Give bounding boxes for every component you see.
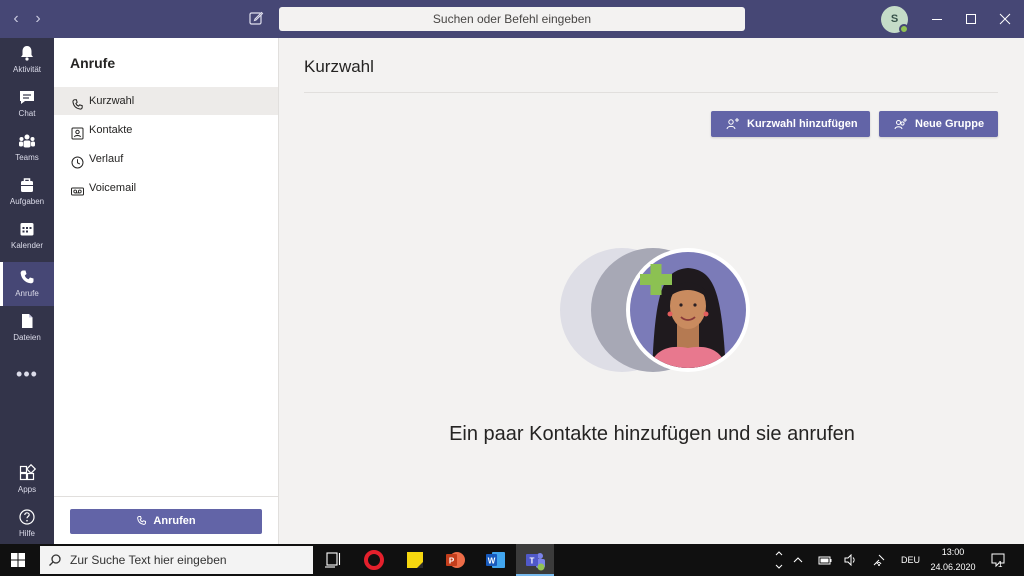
more-apps-icon[interactable]: •••	[0, 364, 54, 385]
add-contact-icon	[726, 118, 739, 130]
notification-count-badge: 1	[998, 560, 1003, 569]
svg-text:P: P	[449, 557, 455, 566]
panel-item-kurzwahl[interactable]: Kurzwahl	[54, 87, 278, 115]
add-contacts-illustration	[560, 248, 750, 372]
bell-icon	[18, 44, 36, 62]
rail-item-teams[interactable]: Teams	[0, 126, 54, 170]
empty-state-heading: Ein paar Kontakte hinzufügen und sie anr…	[449, 423, 855, 445]
contacts-icon	[71, 123, 84, 140]
presence-available-badge	[899, 24, 909, 34]
panel-item-voicemail[interactable]: Voicemail	[54, 174, 278, 202]
rail-item-kalender[interactable]: Kalender	[0, 214, 54, 258]
rail-item-aufgaben[interactable]: Aufgaben	[0, 170, 54, 214]
calendar-icon	[18, 220, 36, 238]
panel-item-verlauf[interactable]: Verlauf	[54, 145, 278, 173]
phone-icon	[137, 516, 147, 525]
back-arrow-icon[interactable]: ‹	[7, 10, 25, 28]
teams-icon	[18, 132, 36, 150]
call-button[interactable]: Anrufen	[70, 509, 262, 534]
opera-icon[interactable]	[355, 544, 393, 576]
compose-icon[interactable]	[248, 10, 264, 26]
taskbar-search-input[interactable]: Zur Suche Text hier eingeben	[40, 546, 313, 574]
briefcase-icon	[18, 176, 36, 194]
teams-taskbar-icon[interactable]: T	[516, 544, 554, 576]
word-icon[interactable]: W	[476, 544, 514, 576]
phone-icon	[18, 268, 36, 286]
add-speed-dial-button[interactable]: Kurzwahl hinzufügen	[711, 111, 870, 137]
voicemail-icon	[71, 181, 84, 196]
rail-item-hilfe[interactable]: Hilfe	[0, 502, 54, 546]
rail-item-aktivitaet[interactable]: Aktivität	[0, 38, 54, 82]
help-icon	[18, 508, 36, 526]
file-icon	[18, 312, 36, 330]
main-content: Kurzwahl Kurzwahl hinzufügen Neue Gruppe	[280, 38, 1024, 544]
powerpoint-icon[interactable]: P	[436, 544, 474, 576]
windows-taskbar: Zur Suche Text hier eingeben P W T DEU 1…	[0, 544, 1024, 576]
network-icon[interactable]	[872, 553, 886, 572]
clock-date[interactable]: 24.06.2020	[925, 562, 981, 572]
language-indicator[interactable]: DEU	[901, 555, 920, 565]
close-icon[interactable]	[996, 10, 1014, 28]
panel-footer: Anrufen	[54, 496, 278, 544]
app-rail: Aktivität Chat Teams Aufgaben Kalender A…	[0, 38, 54, 544]
phone-icon	[71, 94, 84, 110]
panel-title: Anrufe	[70, 55, 116, 71]
search-input[interactable]: Suchen oder Befehl eingeben	[279, 7, 745, 31]
sticky-notes-icon[interactable]	[396, 544, 434, 576]
panel-item-kontakte[interactable]: Kontakte	[54, 116, 278, 144]
show-hidden-icons-icon[interactable]	[792, 553, 804, 571]
rail-item-anrufe[interactable]: Anrufe	[0, 262, 54, 306]
minimize-icon[interactable]	[928, 10, 946, 28]
volume-icon[interactable]	[844, 553, 858, 571]
task-view-icon[interactable]	[315, 544, 353, 576]
maximize-icon[interactable]	[962, 10, 980, 28]
apps-icon	[18, 463, 37, 482]
calls-panel: Anrufe Kurzwahl Kontakte Verlauf Voicema…	[54, 38, 279, 544]
title-bar: ‹ › Suchen oder Befehl eingeben S	[0, 0, 1024, 38]
chat-icon	[18, 88, 36, 106]
add-group-icon	[894, 118, 907, 130]
clock-icon	[71, 152, 84, 169]
search-icon	[49, 554, 61, 566]
divider	[304, 92, 998, 93]
svg-text:T: T	[530, 557, 535, 566]
page-title: Kurzwahl	[304, 57, 374, 76]
battery-icon[interactable]	[818, 553, 832, 571]
rail-item-chat[interactable]: Chat	[0, 82, 54, 126]
rail-item-dateien[interactable]: Dateien	[0, 306, 54, 350]
taskbar-scroll-icon[interactable]	[774, 548, 784, 572]
rail-item-apps[interactable]: Apps	[0, 458, 54, 502]
forward-arrow-icon[interactable]: ›	[29, 10, 47, 28]
new-group-button[interactable]: Neue Gruppe	[879, 111, 998, 137]
clock-time[interactable]: 13:00	[930, 547, 976, 557]
windows-start-icon[interactable]	[11, 553, 25, 567]
svg-text:W: W	[488, 557, 496, 566]
